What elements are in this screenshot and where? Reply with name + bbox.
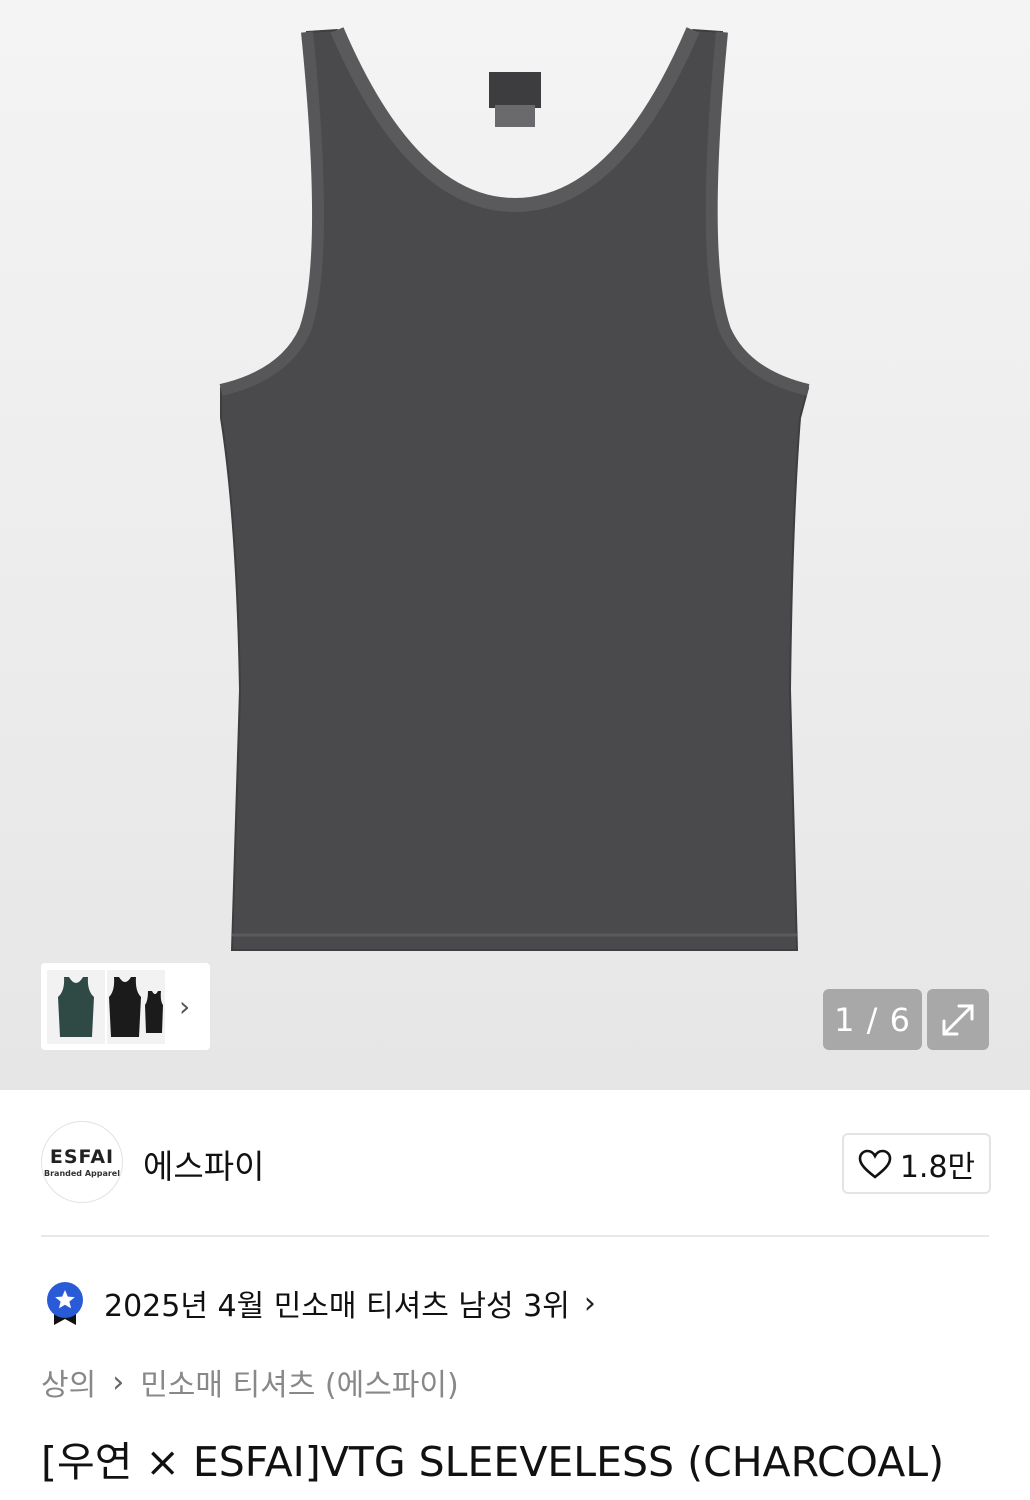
breadcrumb-item-category[interactable]: 민소매 티셔츠 (에스파이) xyxy=(140,1360,458,1404)
ranking-medal-icon xyxy=(47,1282,83,1325)
brand-logo-text: ESFAI xyxy=(49,1146,115,1168)
ranking-text: 2025년 4월 민소매 티셔츠 남성 3위 xyxy=(104,1289,570,1324)
like-button[interactable]: 1.8만 xyxy=(842,1133,991,1194)
thumbnail-strip[interactable]: › xyxy=(41,963,210,1050)
chevron-right-icon[interactable]: › xyxy=(179,990,190,1023)
product-image-gallery[interactable]: › 1 / 6 xyxy=(0,0,1030,1090)
brand-name-link[interactable]: 에스파이 xyxy=(143,1140,264,1188)
expand-icon[interactable] xyxy=(927,989,989,1050)
divider xyxy=(41,1235,989,1237)
brand-logo[interactable]: ESFAI Branded Apparel xyxy=(41,1121,123,1203)
chevron-right-icon: › xyxy=(583,1285,596,1321)
thumbnail-black[interactable] xyxy=(107,969,165,1044)
heart-icon xyxy=(858,1149,892,1179)
product-title: [우연 × ESFAI]VTG SLEEVELESS (CHARCOAL) xyxy=(41,1438,945,1486)
image-counter: 1 / 6 xyxy=(823,989,922,1050)
brand-logo-subtext: Branded Apparel xyxy=(44,1169,120,1178)
brand-row: ESFAI Branded Apparel 에스파이 1.8만 xyxy=(41,1120,991,1205)
thumbnail-green[interactable] xyxy=(47,969,105,1044)
like-count: 1.8만 xyxy=(899,1149,976,1185)
chevron-right-icon: › xyxy=(112,1364,125,1400)
breadcrumb-item-top[interactable]: 상의 xyxy=(41,1360,96,1404)
ranking-badge-row[interactable]: 2025년 4월 민소매 티셔츠 남성 3위 › xyxy=(46,1278,596,1328)
breadcrumb: 상의 › 민소매 티셔츠 (에스파이) xyxy=(41,1360,459,1404)
product-image xyxy=(219,27,810,951)
